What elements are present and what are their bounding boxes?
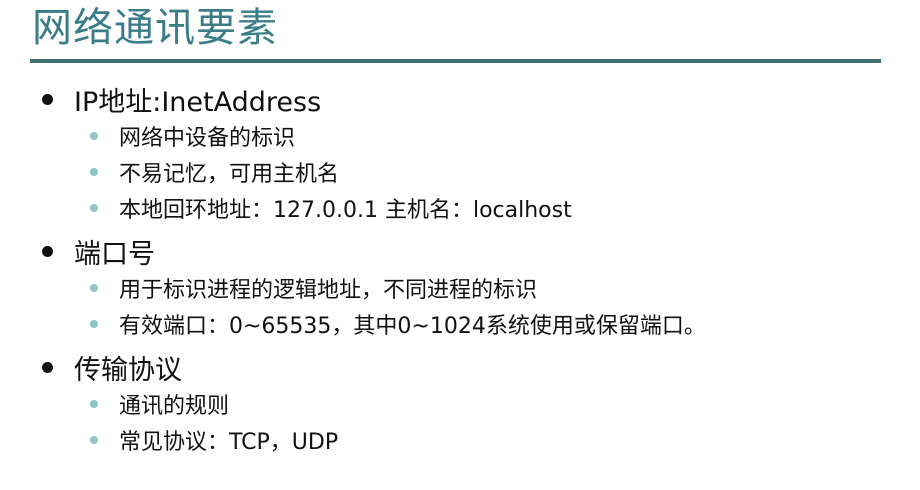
sub-bullet-dot-icon	[90, 204, 98, 212]
sub-bullet-text: 本地回环地址：127.0.0.1 主机名：localhost	[119, 198, 572, 223]
bullet-item: IP地址:InetAddress	[36, 80, 896, 118]
sub-bullet-dot-icon	[90, 168, 98, 176]
bullet-dot-icon	[42, 361, 53, 373]
sub-bullet-item: 不易记忆，可用主机名	[36, 154, 896, 190]
sub-bullet-dot-icon	[90, 400, 98, 408]
sub-bullet-item: 有效端口：0~65535，其中0~1024系统使用或保留端口。	[36, 306, 896, 342]
sub-bullet-dot-icon	[90, 436, 98, 444]
sub-bullet-dot-icon	[90, 132, 98, 140]
bullet-item: 端口号	[36, 232, 896, 270]
sub-bullet-dot-icon	[90, 320, 98, 328]
slide-title: 网络通讯要素	[32, 5, 278, 51]
bullet-section-protocol: 传输协议 通讯的规则 常见协议：TCP，UDP	[36, 348, 896, 458]
sub-bullet-item: 本地回环地址：127.0.0.1 主机名：localhost	[36, 190, 896, 226]
sub-bullet-item: 用于标识进程的逻辑地址，不同进程的标识	[36, 270, 896, 306]
slide: 网络通讯要素 IP地址:InetAddress 网络中设备的标识 不易记忆，可用…	[0, 0, 920, 490]
sub-bullet-text: 常见协议：TCP，UDP	[119, 430, 339, 455]
sub-bullet-text: 网络中设备的标识	[119, 126, 296, 151]
bullet-dot-icon	[42, 93, 53, 105]
bullet-item: 传输协议	[36, 348, 896, 386]
sub-bullet-item: 常见协议：TCP，UDP	[36, 422, 896, 458]
sub-bullet-item: 网络中设备的标识	[36, 118, 896, 154]
bullet-heading: 端口号	[74, 238, 155, 270]
sub-bullet-text: 有效端口：0~65535，其中0~1024系统使用或保留端口。	[119, 314, 706, 339]
bullet-heading: IP地址:InetAddress	[74, 86, 322, 118]
sub-bullet-text: 通讯的规则	[119, 394, 230, 419]
sub-bullet-dot-icon	[90, 284, 98, 292]
sub-bullet-text: 用于标识进程的逻辑地址，不同进程的标识	[119, 278, 538, 303]
bullet-list: IP地址:InetAddress 网络中设备的标识 不易记忆，可用主机名 本地回…	[36, 80, 896, 464]
sub-bullet-text: 不易记忆，可用主机名	[119, 162, 340, 187]
sub-bullet-item: 通讯的规则	[36, 386, 896, 422]
bullet-heading: 传输协议	[74, 354, 182, 386]
bullet-section-port: 端口号 用于标识进程的逻辑地址，不同进程的标识 有效端口：0~65535，其中0…	[36, 232, 896, 342]
title-divider	[30, 59, 881, 63]
bullet-section-ip: IP地址:InetAddress 网络中设备的标识 不易记忆，可用主机名 本地回…	[36, 80, 896, 226]
bullet-dot-icon	[42, 245, 53, 257]
